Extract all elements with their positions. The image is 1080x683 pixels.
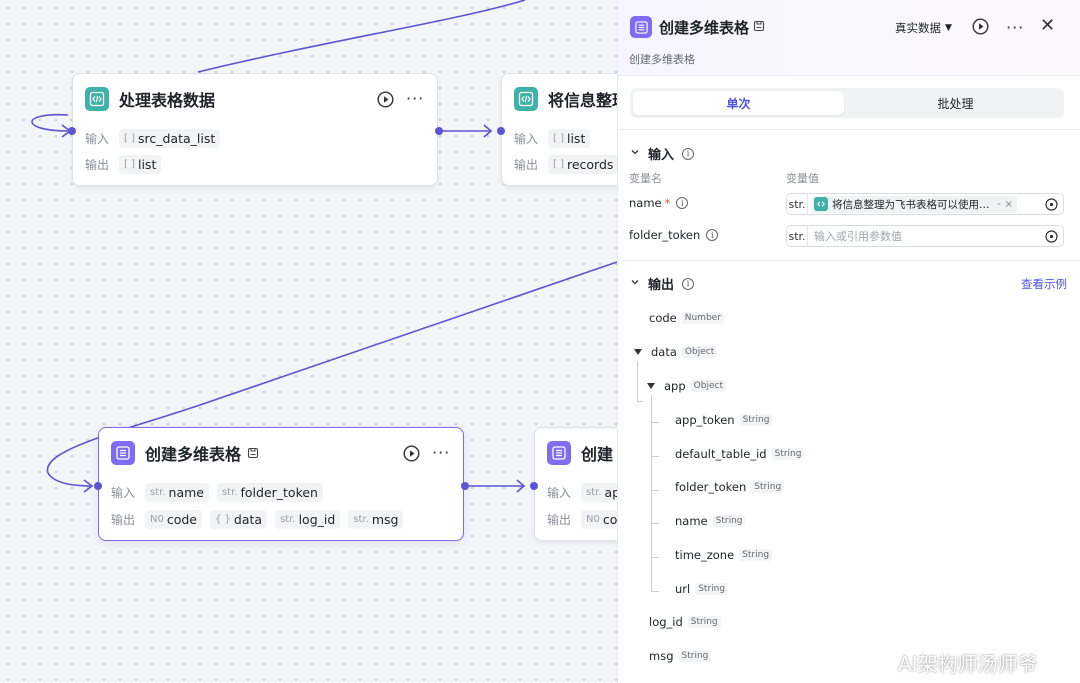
- code-icon: [814, 197, 828, 211]
- node-title: 处理表格数据: [119, 91, 216, 110]
- var-name-folder-token: folder_token i: [629, 228, 719, 242]
- output-field: log_id String: [649, 615, 721, 629]
- output-field[interactable]: data Object: [634, 345, 718, 359]
- chevron-down-icon: [630, 276, 640, 291]
- data-mode-label: 真实数据: [895, 21, 941, 35]
- output-field: code Number: [649, 311, 724, 325]
- node1-output-port[interactable]: [435, 127, 443, 135]
- table-icon: [111, 441, 135, 465]
- chevron-down-icon: ▼: [945, 23, 952, 33]
- output-field[interactable]: app Object: [647, 379, 726, 393]
- play-icon[interactable]: [376, 90, 394, 108]
- name-value-field[interactable]: str. 将信息整理为飞书表格可以使用的... - ×: [786, 193, 1064, 215]
- reference-chip[interactable]: 将信息整理为飞书表格可以使用的... - ×: [812, 195, 1017, 213]
- output-field: url String: [675, 582, 729, 596]
- node-title: 创建多维表格: [145, 445, 242, 464]
- reference-icon[interactable]: [1045, 230, 1058, 246]
- value-placeholder: 输入或引用参数值: [814, 230, 902, 243]
- more-icon[interactable]: ···: [432, 445, 450, 461]
- watermark: AI架构师汤师爷: [898, 652, 1038, 676]
- more-icon[interactable]: ···: [1006, 18, 1024, 37]
- output-param: [ ] records: [548, 155, 619, 174]
- save-icon[interactable]: [753, 20, 765, 35]
- type-selector[interactable]: str.: [787, 194, 808, 214]
- output-field: time_zone String: [675, 548, 773, 562]
- code-icon: [85, 87, 109, 111]
- input-label: 输入: [85, 132, 110, 146]
- info-icon: i: [682, 147, 695, 160]
- data-mode-dropdown[interactable]: 真实数据 ▼: [895, 20, 952, 36]
- output-field: app_token String: [675, 413, 773, 427]
- var-name-name: name * i: [629, 196, 689, 210]
- chevron-down-icon: [630, 146, 640, 161]
- code-icon: [514, 87, 538, 111]
- minus-icon[interactable]: -: [997, 199, 1001, 210]
- node-config-panel: 创建多维表格 创建多维表格 真实数据 ▼ ··· ✕ 单次 批处理 输入 i 变…: [617, 0, 1080, 683]
- save-icon: [247, 447, 259, 459]
- more-icon[interactable]: ···: [406, 91, 424, 107]
- output-label: 输出: [514, 158, 539, 172]
- output-field: default_table_id String: [675, 447, 805, 461]
- input-param: str. folder_token: [216, 483, 323, 502]
- output-field: folder_token String: [675, 480, 785, 494]
- output-section-header[interactable]: 输出 i: [630, 274, 695, 293]
- output-label: 输出: [85, 158, 110, 172]
- node-create-bitable[interactable]: 创建多维表格 ··· 输入 str. name str. folder_token …: [98, 427, 464, 541]
- output-param: N0 code: [145, 510, 202, 529]
- table-icon: [630, 16, 652, 38]
- node4-input-port[interactable]: [530, 482, 538, 490]
- node-title: 创建: [581, 445, 614, 464]
- input-label: 输入: [111, 486, 136, 500]
- column-var-value: 变量值: [786, 172, 819, 185]
- folder-token-value-field[interactable]: str. 输入或引用参数值: [786, 225, 1064, 247]
- info-icon: i: [676, 197, 689, 209]
- node-title: 将信息整理: [548, 91, 629, 110]
- output-param: [ ] list: [119, 155, 162, 174]
- output-field: name String: [675, 514, 746, 528]
- edge-top-curve: [197, 0, 526, 73]
- edge-loop-node1: [31, 113, 69, 132]
- play-icon[interactable]: [402, 444, 420, 462]
- node3-output-port[interactable]: [461, 482, 469, 490]
- reference-text: 将信息整理为飞书表格可以使用的...: [832, 198, 993, 211]
- caret-down-icon[interactable]: [647, 383, 655, 389]
- output-label: 输出: [547, 513, 572, 527]
- reference-icon[interactable]: [1045, 198, 1058, 214]
- play-icon[interactable]: [972, 18, 989, 38]
- section-title: 输入: [648, 148, 675, 163]
- input-section-header[interactable]: 输入 i: [630, 144, 695, 163]
- tab-batch[interactable]: 批处理: [850, 91, 1061, 115]
- input-param: str. name: [145, 483, 209, 502]
- output-param: str. msg: [348, 510, 404, 529]
- view-example-link[interactable]: 查看示例: [1021, 276, 1067, 292]
- panel-title: 创建多维表格: [659, 19, 750, 37]
- panel-header: 创建多维表格 创建多维表格 真实数据 ▼ ··· ✕: [618, 0, 1080, 76]
- run-mode-tabs: 单次 批处理: [630, 88, 1064, 118]
- node-process-table-data[interactable]: 处理表格数据 ··· 输入 [ ] src_data_list 输出 [ ] lis…: [72, 73, 438, 186]
- table-icon: [547, 441, 571, 465]
- clear-icon[interactable]: ×: [1005, 199, 1013, 210]
- section-title: 输出: [648, 278, 675, 293]
- output-param: str. log_id: [275, 510, 341, 529]
- info-icon: i: [706, 229, 719, 241]
- panel-subtitle: 创建多维表格: [629, 53, 695, 66]
- input-param: [ ] list: [548, 129, 591, 148]
- node1-input-port[interactable]: [68, 127, 76, 135]
- info-icon: i: [682, 277, 695, 290]
- caret-down-icon[interactable]: [634, 349, 642, 355]
- output-field: msg String: [649, 649, 712, 663]
- output-param: { } data: [210, 510, 268, 529]
- tab-single[interactable]: 单次: [633, 91, 844, 115]
- input-label: 输入: [547, 486, 572, 500]
- input-label: 输入: [514, 132, 539, 146]
- input-param: [ ] src_data_list: [119, 129, 221, 148]
- output-label: 输出: [111, 513, 136, 527]
- type-selector[interactable]: str.: [787, 226, 808, 246]
- node3-input-port[interactable]: [94, 482, 102, 490]
- column-var-name: 变量名: [629, 172, 662, 185]
- close-icon[interactable]: ✕: [1040, 17, 1055, 35]
- node2-input-port[interactable]: [497, 127, 505, 135]
